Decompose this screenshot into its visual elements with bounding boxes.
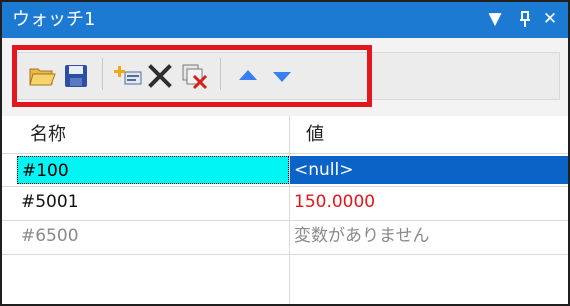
row-divider [2, 254, 568, 255]
row-divider [2, 186, 568, 187]
table-row-value[interactable]: 150.0000 [290, 188, 568, 216]
pin-icon[interactable] [514, 8, 536, 30]
window-title: ウォッチ1 [12, 9, 96, 30]
header-divider [2, 153, 568, 154]
title-bar[interactable]: ウォッチ1 ▼ ✕ [2, 2, 568, 38]
column-header-name[interactable]: 名称 [30, 116, 66, 154]
dropdown-icon[interactable]: ▼ [484, 8, 506, 30]
table-row-value[interactable]: 変数がありません [290, 222, 568, 250]
table-row-name[interactable]: #100 [17, 156, 289, 184]
column-header-value[interactable]: 値 [306, 116, 324, 154]
toolbar [2, 38, 568, 116]
toolbar-highlight-box [12, 45, 372, 107]
watch-table: 名称 値 #100 <null> #5001 150.0000 #6500 変数… [2, 116, 568, 304]
table-row-name[interactable]: #5001 [17, 188, 289, 216]
close-icon[interactable]: ✕ [539, 8, 561, 30]
table-row-value[interactable]: <null> [290, 156, 568, 184]
table-row-name[interactable]: #6500 [17, 222, 289, 250]
row-divider [2, 220, 568, 221]
watch-window: ウォッチ1 ▼ ✕ 名称 値 #100 <null> #5001 150.000… [0, 0, 570, 306]
